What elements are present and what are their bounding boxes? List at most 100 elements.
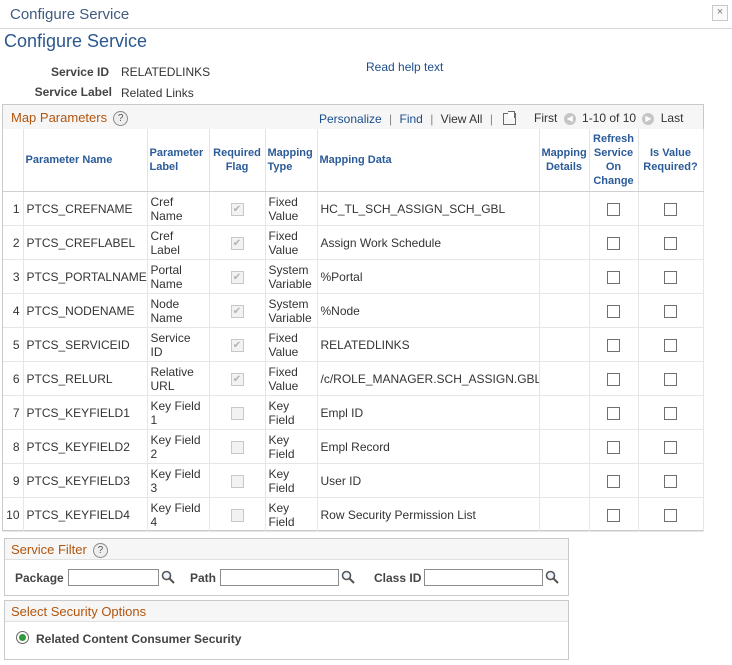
mapping-data: HC_TL_SCH_ASSIGN_SCH_GBL	[317, 191, 540, 226]
value-required-checkbox[interactable]	[664, 508, 677, 522]
refresh-checkbox[interactable]	[607, 440, 620, 454]
nav-separator: |	[489, 111, 493, 126]
refresh-checkbox[interactable]	[607, 236, 620, 250]
help-icon[interactable]: ?	[92, 543, 108, 559]
parameter-name: PTCS_KEYFIELD3	[23, 463, 148, 498]
row-number: 2	[3, 225, 24, 260]
close-icon[interactable]: ×	[712, 5, 728, 21]
row-number: 3	[3, 259, 24, 294]
value-required-cell	[638, 463, 704, 498]
refresh-checkbox[interactable]	[607, 406, 620, 420]
column-header: Required Flag	[209, 129, 266, 192]
magnifier-icon[interactable]	[161, 570, 175, 584]
mapping-data: Empl Record	[317, 429, 540, 464]
row-number: 6	[3, 361, 24, 396]
page-title: Configure Service	[4, 31, 148, 51]
first-label[interactable]: First	[534, 111, 557, 125]
table-row: 8 PTCS_KEYFIELD2 Key Field 2 Key Field E…	[3, 429, 704, 464]
mapping-details	[539, 395, 590, 430]
refresh-checkbox[interactable]	[607, 270, 620, 284]
value-required-checkbox[interactable]	[664, 440, 677, 454]
value-required-checkbox[interactable]	[664, 372, 677, 386]
required-flag-checkbox: ✔	[230, 270, 244, 284]
magnifier-icon[interactable]	[341, 570, 355, 584]
refresh-checkbox[interactable]	[607, 202, 620, 216]
row-number: 4	[3, 293, 24, 328]
grid-title: Map Parameters?	[11, 110, 129, 127]
parameters-table: Parameter Name Parameter Label Required …	[3, 129, 704, 532]
required-flag-checkbox	[230, 440, 244, 454]
read-help-text-link[interactable]: Read help text	[366, 60, 443, 74]
mapping-data: RELATEDLINKS	[317, 327, 540, 362]
mapping-details	[539, 293, 590, 328]
refresh-checkbox[interactable]	[607, 372, 620, 386]
find-link[interactable]: Find	[400, 112, 423, 126]
class-id-input[interactable]	[424, 569, 543, 586]
mapping-details	[539, 191, 590, 226]
value-required-cell	[638, 361, 704, 396]
mapping-details	[539, 225, 590, 260]
mapping-data: Assign Work Schedule	[317, 225, 540, 260]
nav-separator: |	[430, 111, 434, 126]
package-input[interactable]	[68, 569, 159, 586]
package-label: Package	[15, 571, 64, 585]
value-required-checkbox[interactable]	[664, 270, 677, 284]
parameter-label: Cref Name	[147, 191, 210, 226]
mapping-type: Key Field	[265, 429, 318, 464]
column-header: Parameter Name	[23, 129, 148, 192]
parameter-name: PTCS_PORTALNAME	[23, 259, 148, 294]
grid-pager: First ◀ 1-10 of 10 ▶ Last	[534, 111, 683, 125]
refresh-checkbox[interactable]	[607, 474, 620, 488]
value-required-cell	[638, 259, 704, 294]
refresh-cell	[589, 225, 639, 260]
required-flag-checkbox: ✔	[230, 202, 244, 216]
parameter-label: Key Field 3	[147, 463, 210, 498]
security-option-radio[interactable]	[16, 631, 29, 644]
mapping-details	[539, 463, 590, 498]
table-header-row: Parameter Name Parameter Label Required …	[3, 129, 704, 192]
row-number: 7	[3, 395, 24, 430]
refresh-cell	[589, 395, 639, 430]
refresh-cell	[589, 497, 639, 532]
security-option-label[interactable]: Related Content Consumer Security	[36, 632, 241, 646]
parameter-name: PTCS_KEYFIELD2	[23, 429, 148, 464]
table-row: 9 PTCS_KEYFIELD3 Key Field 3 Key Field U…	[3, 463, 704, 498]
value-required-checkbox[interactable]	[664, 338, 677, 352]
parameter-name: PTCS_SERVICEID	[23, 327, 148, 362]
grid-header: Map Parameters? Personalize | Find | Vie…	[3, 105, 703, 130]
value-required-checkbox[interactable]	[664, 474, 677, 488]
value-required-checkbox[interactable]	[664, 202, 677, 216]
refresh-cell	[589, 429, 639, 464]
row-number-header	[3, 129, 24, 192]
refresh-checkbox[interactable]	[607, 304, 620, 318]
next-icon[interactable]: ▶	[642, 112, 655, 125]
required-flag-cell: ✔	[209, 327, 266, 362]
mapping-data: %Portal	[317, 259, 540, 294]
value-required-cell	[638, 497, 704, 532]
value-required-checkbox[interactable]	[664, 236, 677, 250]
popup-icon[interactable]	[503, 110, 517, 125]
row-number: 8	[3, 429, 24, 464]
value-required-checkbox[interactable]	[664, 304, 677, 318]
last-label[interactable]: Last	[661, 111, 684, 125]
previous-icon[interactable]: ◀	[563, 112, 576, 125]
value-required-checkbox[interactable]	[664, 406, 677, 420]
refresh-checkbox[interactable]	[607, 338, 620, 352]
personalize-link[interactable]: Personalize	[319, 112, 382, 126]
table-row: 6 PTCS_RELURL Relative URL ✔ Fixed Value…	[3, 361, 704, 396]
view-all-link[interactable]: View All	[441, 112, 483, 126]
parameter-name: PTCS_CREFLABEL	[23, 225, 148, 260]
required-flag-checkbox	[230, 474, 244, 488]
required-flag-cell: ✔	[209, 191, 266, 226]
help-icon[interactable]: ?	[113, 111, 129, 127]
mapping-details	[539, 429, 590, 464]
security-options-panel: Select Security Options	[4, 600, 569, 660]
grid-title-text: Map Parameters	[11, 110, 108, 125]
refresh-checkbox[interactable]	[607, 508, 620, 522]
path-input[interactable]	[220, 569, 339, 586]
window-title: Configure Service	[10, 6, 130, 23]
parameter-label: Key Field 4	[147, 497, 210, 532]
magnifier-icon[interactable]	[545, 570, 559, 584]
refresh-cell	[589, 327, 639, 362]
required-flag-cell	[209, 463, 266, 498]
